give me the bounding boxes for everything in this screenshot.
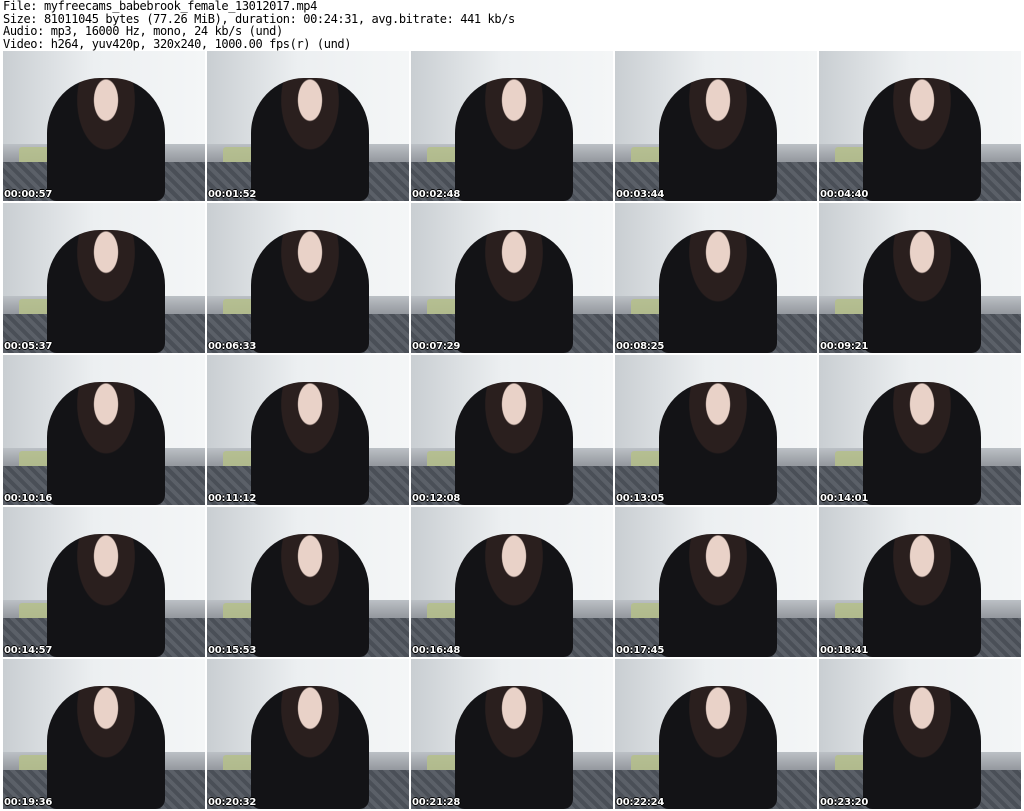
- thumbnail-figure: [455, 382, 573, 505]
- thumbnail-timestamp: 00:16:48: [412, 645, 461, 656]
- thumbnail-timestamp: 00:13:05: [616, 493, 665, 504]
- thumbnail-figure: [47, 686, 165, 809]
- thumbnail-figure: [863, 78, 981, 201]
- thumbnail-timestamp: 00:10:16: [4, 493, 53, 504]
- thumbnail-timestamp: 00:01:52: [208, 189, 257, 200]
- video-thumbnail[interactable]: 00:22:24: [615, 659, 817, 809]
- thumbnail-timestamp: 00:06:33: [208, 341, 257, 352]
- thumbnail-timestamp: 00:15:53: [208, 645, 257, 656]
- video-thumbnail[interactable]: 00:04:40: [819, 51, 1021, 201]
- video-thumbnail[interactable]: 00:10:16: [3, 355, 205, 505]
- thumbnail-timestamp: 00:14:57: [4, 645, 53, 656]
- thumbnail-timestamp: 00:19:36: [4, 797, 53, 808]
- thumbnail-figure: [659, 534, 777, 657]
- thumbnail-figure: [659, 78, 777, 201]
- video-thumbnail[interactable]: 00:21:28: [411, 659, 613, 809]
- thumbnail-figure: [863, 382, 981, 505]
- video-thumbnail[interactable]: 00:19:36: [3, 659, 205, 809]
- thumbnail-timestamp: 00:04:40: [820, 189, 869, 200]
- thumbnail-figure: [47, 78, 165, 201]
- video-thumbnail[interactable]: 00:01:52: [207, 51, 409, 201]
- file-info-header: File: myfreecams_babebrook_female_130120…: [3, 0, 1021, 50]
- video-thumbnail[interactable]: 00:14:57: [3, 507, 205, 657]
- video-info-line: Video: h264, yuv420p, 320x240, 1000.00 f…: [3, 36, 352, 51]
- file-name-line: File: myfreecams_babebrook_female_130120…: [3, 0, 317, 13]
- thumbnail-timestamp: 00:14:01: [820, 493, 869, 504]
- video-thumbnail[interactable]: 00:07:29: [411, 203, 613, 353]
- thumbnail-figure: [47, 230, 165, 353]
- video-thumbnail[interactable]: 00:14:01: [819, 355, 1021, 505]
- video-thumbnail[interactable]: 00:00:57: [3, 51, 205, 201]
- video-thumbnail[interactable]: 00:08:25: [615, 203, 817, 353]
- thumbnail-timestamp: 00:02:48: [412, 189, 461, 200]
- thumbnail-timestamp: 00:20:32: [208, 797, 257, 808]
- thumbnail-timestamp: 00:21:28: [412, 797, 461, 808]
- thumbnail-timestamp: 00:17:45: [616, 645, 665, 656]
- video-thumbnail[interactable]: 00:23:20: [819, 659, 1021, 809]
- audio-info-line: Audio: mp3, 16000 Hz, mono, 24 kb/s (und…: [3, 24, 283, 38]
- thumbnail-timestamp: 00:23:20: [820, 797, 869, 808]
- video-thumbnail[interactable]: 00:03:44: [615, 51, 817, 201]
- video-thumbnail[interactable]: 00:06:33: [207, 203, 409, 353]
- thumbnail-figure: [251, 534, 369, 657]
- thumbnail-figure: [251, 78, 369, 201]
- thumbnail-figure: [251, 230, 369, 353]
- video-thumbnail[interactable]: 00:09:21: [819, 203, 1021, 353]
- thumbnail-timestamp: 00:03:44: [616, 189, 665, 200]
- thumbnail-figure: [659, 230, 777, 353]
- thumbnail-figure: [47, 382, 165, 505]
- video-thumbnail[interactable]: 00:18:41: [819, 507, 1021, 657]
- video-thumbnail[interactable]: 00:20:32: [207, 659, 409, 809]
- thumbnail-grid: 00:00:57 00:01:52 00:02:48 00:03:44 00:04:40…: [3, 51, 1021, 809]
- video-thumbnail[interactable]: 00:02:48: [411, 51, 613, 201]
- thumbnail-timestamp: 00:00:57: [4, 189, 53, 200]
- video-thumbnail[interactable]: 00:16:48: [411, 507, 613, 657]
- video-thumbnail[interactable]: 00:12:08: [411, 355, 613, 505]
- thumbnail-timestamp: 00:12:08: [412, 493, 461, 504]
- thumbnail-figure: [659, 382, 777, 505]
- thumbnail-figure: [659, 686, 777, 809]
- thumbnail-figure: [47, 534, 165, 657]
- thumbnail-timestamp: 00:22:24: [616, 797, 665, 808]
- video-thumbnail[interactable]: 00:15:53: [207, 507, 409, 657]
- thumbnail-timestamp: 00:05:37: [4, 341, 53, 352]
- thumbnail-figure: [455, 78, 573, 201]
- video-thumbnail[interactable]: 00:17:45: [615, 507, 817, 657]
- thumbnail-timestamp: 00:18:41: [820, 645, 869, 656]
- thumbnail-figure: [251, 686, 369, 809]
- thumbnail-figure: [863, 686, 981, 809]
- thumbnail-figure: [863, 230, 981, 353]
- thumbnail-figure: [455, 230, 573, 353]
- thumbnail-timestamp: 00:11:12: [208, 493, 257, 504]
- thumbnail-figure: [455, 534, 573, 657]
- thumbnail-figure: [455, 686, 573, 809]
- video-thumbnail[interactable]: 00:13:05: [615, 355, 817, 505]
- thumbnail-figure: [863, 534, 981, 657]
- thumbnail-timestamp: 00:09:21: [820, 341, 869, 352]
- video-thumbnail[interactable]: 00:11:12: [207, 355, 409, 505]
- thumbnail-timestamp: 00:07:29: [412, 341, 461, 352]
- thumbnail-timestamp: 00:08:25: [616, 341, 665, 352]
- video-thumbnail[interactable]: 00:05:37: [3, 203, 205, 353]
- thumbnail-figure: [251, 382, 369, 505]
